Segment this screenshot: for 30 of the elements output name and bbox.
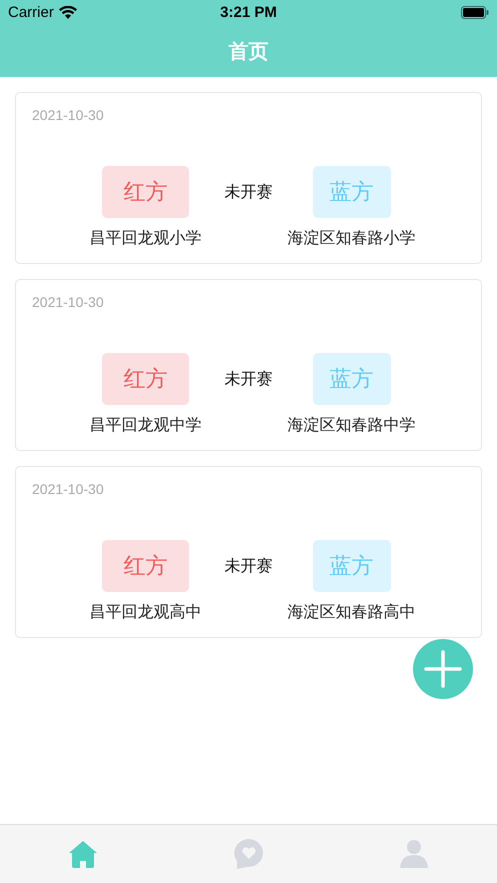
away-side-label: 蓝方 bbox=[312, 540, 390, 592]
home-icon bbox=[68, 840, 97, 868]
carrier-label: Carrier bbox=[8, 4, 54, 21]
status-time: 3:21 PM bbox=[220, 4, 277, 21]
school-name: 昌平回龙观中学 bbox=[90, 415, 202, 436]
page-title: 首页 bbox=[228, 38, 268, 64]
match-card[interactable]: 2021-10-30 红方 昌平回龙观高中 未开赛 蓝方 海淀区知春路高中 bbox=[15, 466, 482, 638]
wifi-icon bbox=[58, 6, 77, 19]
match-card[interactable]: 2021-10-30 红方 昌平回龙观中学 未开赛 蓝方 海淀区知春路中学 bbox=[15, 279, 482, 451]
school-name: 昌平回龙观高中 bbox=[90, 602, 202, 623]
school-name: 海淀区知春路小学 bbox=[288, 228, 416, 249]
match-date: 2021-10-30 bbox=[32, 107, 104, 123]
home-side-label: 红方 bbox=[102, 166, 189, 218]
person-icon bbox=[400, 840, 428, 868]
match-date: 2021-10-30 bbox=[32, 481, 104, 497]
school-name: 海淀区知春路高中 bbox=[288, 602, 416, 623]
match-status: 未开赛 bbox=[224, 556, 272, 576]
match-status: 未开赛 bbox=[224, 182, 272, 202]
match-card[interactable]: 2021-10-30 红方 昌平回龙观小学 未开赛 蓝方 海淀区知春路小学 bbox=[15, 92, 482, 264]
match-status: 未开赛 bbox=[224, 368, 272, 390]
away-side-label: 蓝方 bbox=[312, 166, 390, 218]
match-date: 2021-10-30 bbox=[32, 294, 104, 310]
home-side-label: 红方 bbox=[102, 540, 189, 592]
plus-icon bbox=[424, 650, 462, 688]
school-name: 昌平回龙观小学 bbox=[90, 228, 202, 249]
home-side-label: 红方 bbox=[102, 353, 189, 405]
away-side-label: 蓝方 bbox=[312, 353, 390, 405]
school-name: 海淀区知春路中学 bbox=[288, 415, 416, 436]
battery-icon bbox=[461, 6, 489, 19]
chat-icon bbox=[234, 839, 264, 869]
